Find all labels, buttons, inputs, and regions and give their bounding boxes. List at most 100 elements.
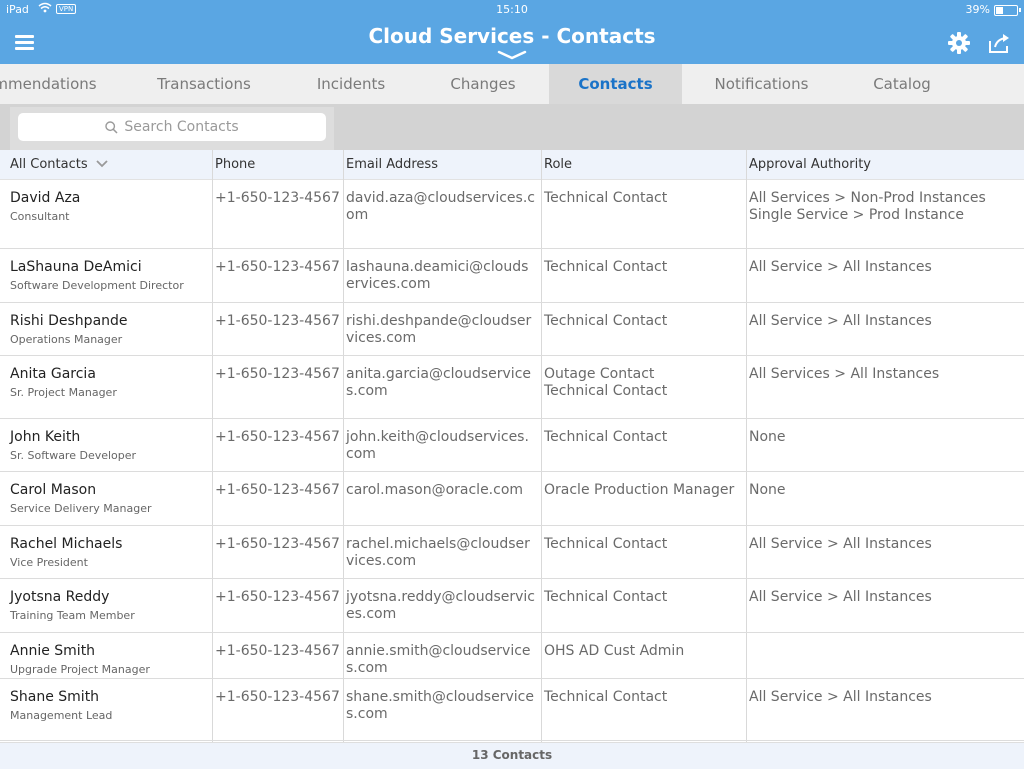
contact-role: Outage Contact Technical Contact	[544, 366, 742, 400]
table-row[interactable]: Rachel Michaels Vice President +1-650-123-…	[0, 526, 1024, 579]
contact-approval: All Service > All Instances	[749, 536, 1019, 553]
contact-role: OHS AD Cust Admin	[544, 643, 742, 660]
approval-line: All Service > All Instances	[749, 313, 932, 329]
contact-phone: +1-650-123-4567	[215, 643, 340, 659]
contact-name: Carol Mason	[10, 482, 97, 498]
contact-approval: All Service > All Instances	[749, 689, 1019, 706]
table-row[interactable]: Carol Mason Service Delivery Manager +1-65…	[0, 472, 1024, 526]
contact-approval: All Services > Non-Prod Instances Single …	[749, 190, 1019, 224]
gear-icon[interactable]	[948, 32, 970, 54]
column-header-role[interactable]: Role	[544, 150, 572, 179]
contact-role: Technical Contact	[544, 589, 742, 606]
contact-title: Vice President	[10, 556, 88, 569]
contact-email: carol.mason@oracle.com	[346, 482, 524, 498]
contact-email: david.aza@cloudservices.com	[346, 190, 535, 223]
table-row[interactable]: Annie Smith Upgrade Project Manager +1-650…	[0, 633, 1024, 679]
contact-name: Jyotsna Reddy	[10, 589, 110, 605]
contacts-filter[interactable]: All Contacts	[10, 150, 108, 179]
contact-email: lashauna.deamici@cloudservices.com	[346, 259, 529, 292]
contact-title: Software Development Director	[10, 279, 184, 292]
contact-phone: +1-650-123-4567	[215, 313, 340, 329]
table-row[interactable]: John Keith Sr. Software Developer +1-650-1…	[0, 419, 1024, 472]
column-header-approval[interactable]: Approval Authority	[749, 150, 871, 179]
contact-email: john.keith@cloudservices.com	[346, 429, 529, 462]
contact-role: Technical Contact	[544, 313, 742, 330]
tab-notifications[interactable]: Notifications	[694, 64, 829, 104]
tab-incidents[interactable]: Incidents	[290, 64, 412, 104]
table-row[interactable]: Jyotsna Reddy Training Team Member +1-650-…	[0, 579, 1024, 633]
tab-changes[interactable]: Changes	[420, 64, 546, 104]
role-line: Technical Contact	[544, 536, 668, 552]
table-row[interactable]: David Aza Consultant +1-650-123-4567 david.…	[0, 180, 1024, 249]
contact-role: Technical Contact	[544, 259, 742, 276]
contact-phone: +1-650-123-4567	[215, 589, 340, 605]
contact-name: Rachel Michaels	[10, 536, 123, 552]
contact-phone: +1-650-123-4567	[215, 536, 340, 552]
contact-phone: +1-650-123-4567	[215, 429, 340, 445]
table-row[interactable]: Rishi Deshpande Operations Manager +1-650-…	[0, 303, 1024, 356]
contact-email: annie.smith@cloudservices.com	[346, 643, 531, 676]
chevron-down-icon[interactable]	[497, 50, 527, 60]
contact-name: Anita Garcia	[10, 366, 96, 382]
role-line: OHS AD Cust Admin	[544, 643, 685, 659]
approval-line: All Service > All Instances	[749, 536, 932, 552]
contact-name: Annie Smith	[10, 643, 96, 659]
contact-email: jyotsna.reddy@cloudservices.com	[346, 589, 535, 622]
contact-approval: All Service > All Instances	[749, 259, 1019, 276]
contact-title: Service Delivery Manager	[10, 502, 152, 515]
approval-line: All Service > All Instances	[749, 689, 932, 705]
contact-title: Sr. Project Manager	[10, 386, 117, 399]
status-time: 15:10	[496, 3, 528, 16]
table-row[interactable]: Anita Garcia Sr. Project Manager +1-650-12…	[0, 356, 1024, 419]
search-input[interactable]: Search Contacts	[18, 113, 326, 141]
approval-line: All Service > All Instances	[749, 589, 932, 605]
contacts-table: David Aza Consultant +1-650-123-4567 david.…	[0, 180, 1024, 742]
column-header-email[interactable]: Email Address	[346, 150, 438, 179]
page-title: Cloud Services - Contacts	[368, 24, 656, 48]
approval-line: All Services > All Instances	[749, 366, 940, 382]
tab-bar: mmendations Transactions Incidents Chang…	[0, 64, 1024, 104]
contact-approval: All Service > All Instances	[749, 589, 1019, 606]
contact-title: Upgrade Project Manager	[10, 663, 150, 676]
contact-phone: +1-650-123-4567	[215, 482, 340, 498]
contact-name: David Aza	[10, 190, 81, 206]
contact-role: Technical Contact	[544, 689, 742, 706]
search-icon	[105, 120, 118, 134]
approval-line: All Services > Non-Prod Instances	[749, 190, 986, 206]
role-line: Technical Contact	[544, 383, 668, 399]
table-row[interactable]: Shane Smith Management Lead +1-650-123-456…	[0, 679, 1024, 741]
contact-email: rishi.deshpande@cloudservices.com	[346, 313, 532, 346]
contact-title: Sr. Software Developer	[10, 449, 137, 462]
contact-name: LaShauna DeAmici	[10, 259, 142, 275]
contact-role: Technical Contact	[544, 536, 742, 553]
contact-role: Oracle Production Manager	[544, 482, 742, 499]
role-line: Technical Contact	[544, 313, 668, 329]
column-header-phone[interactable]: Phone	[215, 150, 255, 179]
battery-percent: 39%	[965, 3, 990, 16]
role-line: Technical Contact	[544, 259, 668, 275]
contact-phone: +1-650-123-4567	[215, 689, 340, 705]
role-line: Technical Contact	[544, 589, 668, 605]
role-line: Oracle Production Manager	[544, 482, 735, 498]
role-line: Outage Contact	[544, 366, 655, 382]
contact-phone: +1-650-123-4567	[215, 190, 340, 206]
contact-title: Management Lead	[10, 709, 113, 722]
contact-name: John Keith	[10, 429, 81, 445]
tab-recommendations[interactable]: mmendations	[0, 64, 120, 104]
contact-name: Shane Smith	[10, 689, 100, 705]
tab-transactions[interactable]: Transactions	[134, 64, 274, 104]
tab-contacts[interactable]: Contacts	[549, 64, 682, 104]
search-placeholder: Search Contacts	[124, 119, 239, 135]
tab-catalog[interactable]: Catalog	[840, 64, 964, 104]
approval-line: Single Service > Prod Instance	[749, 207, 964, 223]
share-icon[interactable]	[988, 32, 1012, 54]
contact-approval: None	[749, 482, 1019, 499]
table-row[interactable]: LaShauna DeAmici Software Development Dir…	[0, 249, 1024, 303]
contact-email: shane.smith@cloudservices.com	[346, 689, 534, 722]
contact-title: Training Team Member	[10, 609, 135, 622]
contact-email: anita.garcia@cloudservices.com	[346, 366, 532, 399]
contact-approval: None	[749, 429, 1019, 446]
approval-line: None	[749, 429, 786, 445]
contact-name: Rishi Deshpande	[10, 313, 128, 329]
contact-approval: All Services > All Instances	[749, 366, 1019, 383]
